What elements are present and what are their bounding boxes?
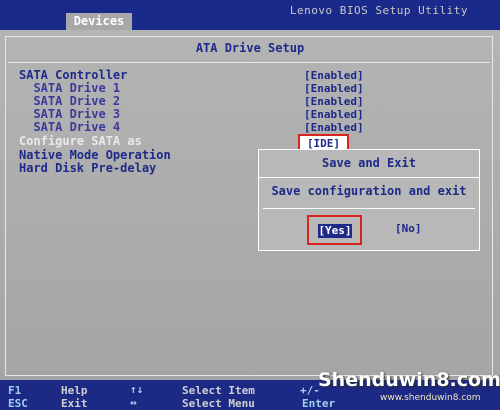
sata-drive-4-label[interactable]: SATA Drive 4 (19, 120, 120, 134)
site-watermark: Shenduwin8.com www.shenduwin8.com (318, 365, 500, 405)
dialog-message: Save configuration and exit (271, 184, 467, 198)
no-button[interactable]: [No] (395, 222, 422, 235)
dialog-title: Save and Exit (259, 150, 479, 178)
up-down-arrows-icon: ↑↓ (130, 383, 144, 396)
sata-drive-4-value[interactable]: [Enabled] (304, 121, 364, 134)
f1-key: F1 (8, 384, 22, 397)
sata-controller-label[interactable]: SATA Controller (19, 68, 127, 82)
watermark-text: Shenduwin8.com (318, 369, 500, 391)
help-label: Help (61, 384, 88, 397)
tab-devices[interactable]: Devices (66, 13, 132, 30)
dialog-divider (263, 208, 475, 209)
page-title: ATA Drive Setup (195, 41, 305, 55)
yes-button[interactable]: [Yes] (318, 224, 352, 238)
sata-drive-1-value[interactable]: [Enabled] (304, 82, 364, 95)
left-right-arrows-icon: ↔ (130, 396, 137, 409)
hdd-predelay-label[interactable]: Hard Disk Pre-delay (19, 161, 156, 175)
plus-minus-key: +/- (300, 384, 320, 397)
save-exit-dialog: Save and Exit Save configuration and exi… (258, 149, 480, 251)
esc-key: ESC (8, 397, 28, 410)
exit-label: Exit (61, 397, 88, 410)
bios-top-bar: Devices Lenovo BIOS Setup Utility (0, 0, 500, 30)
select-item-label: Select Item (182, 384, 255, 397)
bios-title: Lenovo BIOS Setup Utility (289, 4, 468, 17)
sata-drive-3-label[interactable]: SATA Drive 3 (19, 107, 120, 121)
yes-highlight-box: [Yes] (307, 215, 362, 245)
select-menu-label: Select Menu (182, 397, 255, 410)
sata-drive-1-label[interactable]: SATA Drive 1 (19, 81, 120, 95)
sata-drive-2-label[interactable]: SATA Drive 2 (19, 94, 120, 108)
native-mode-label[interactable]: Native Mode Operation (19, 148, 171, 162)
title-divider (8, 62, 490, 63)
sata-drive-2-value[interactable]: [Enabled] (304, 95, 364, 108)
configure-sata-label[interactable]: Configure SATA as (19, 134, 142, 148)
watermark-url: www.shenduwin8.com (380, 393, 481, 403)
sata-controller-value[interactable]: [Enabled] (304, 69, 364, 82)
sata-drive-3-value[interactable]: [Enabled] (304, 108, 364, 121)
